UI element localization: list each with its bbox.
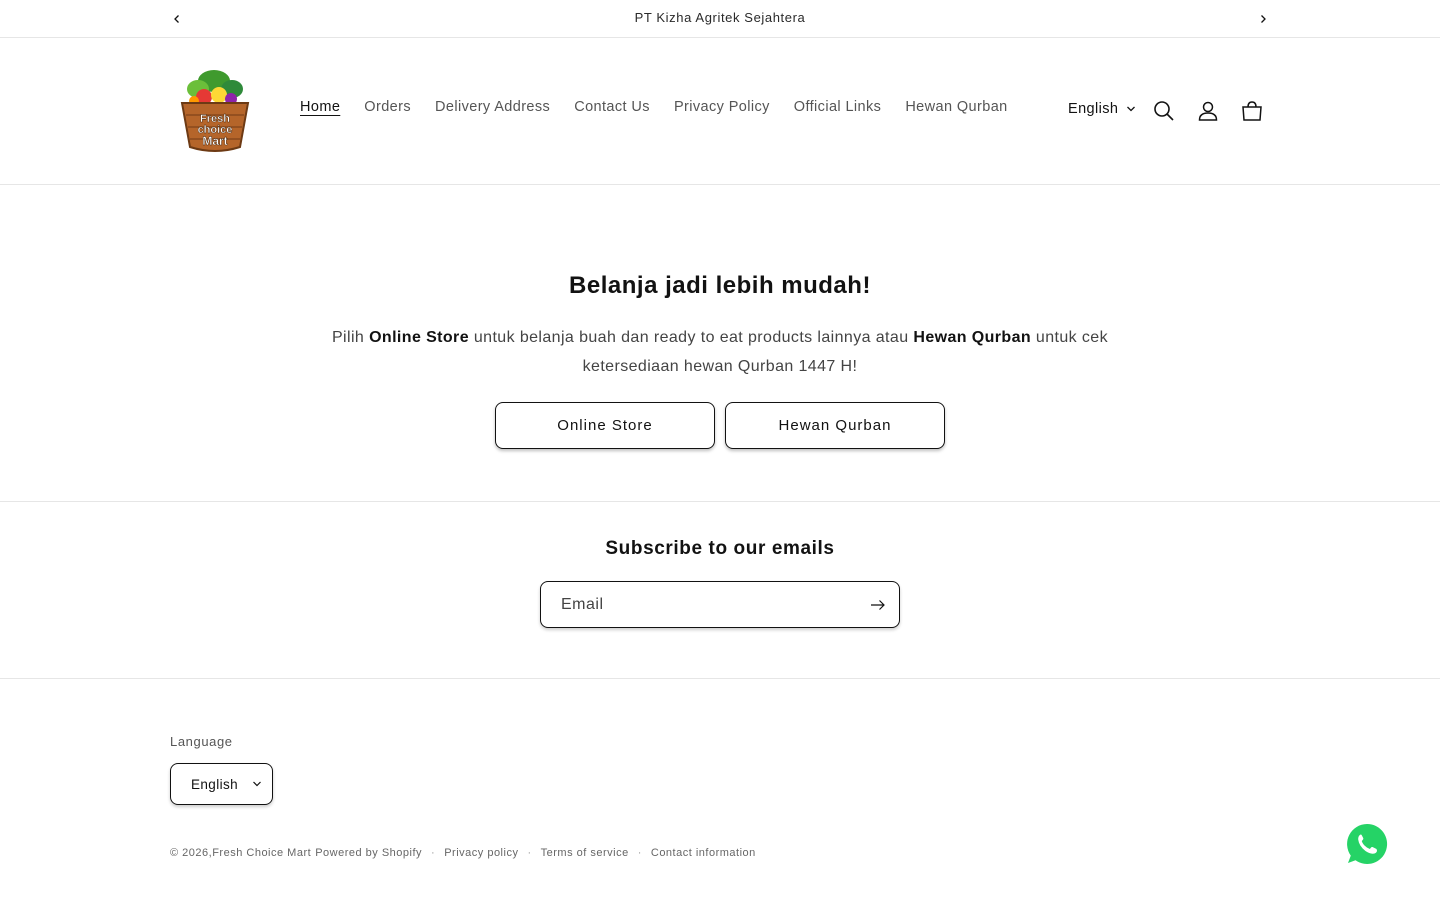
chevron-down-icon [1127, 106, 1136, 112]
main-nav: Home Orders Delivery Address Contact Us … [288, 99, 1020, 115]
nav-item-delivery-address[interactable]: Delivery Address [423, 99, 562, 115]
nav-item-hewan-qurban[interactable]: Hewan Qurban [893, 99, 1019, 115]
hero-text-part-2: untuk belanja buah dan ready to eat prod… [469, 329, 914, 346]
chevron-right-icon[interactable] [1253, 9, 1273, 29]
online-store-button[interactable]: Online Store [495, 402, 715, 449]
separator: · [527, 847, 532, 859]
footer-language-select[interactable]: English [170, 763, 273, 805]
announcement-bar: PT Kizha Agritek Sejahtera [0, 0, 1440, 38]
contact-information-link[interactable]: Contact information [651, 847, 756, 859]
copyright-prefix: © 2026, [170, 847, 213, 859]
terms-of-service-link[interactable]: Terms of service [541, 847, 629, 859]
section-divider [0, 501, 1440, 502]
chevron-down-icon [253, 781, 262, 787]
site-header: Fresh choice Mart Home Orders Delivery A… [0, 39, 1440, 185]
hero-text-part-1: Pilih [331, 329, 370, 346]
language-selector-header[interactable]: English [1068, 101, 1136, 117]
footer-copyright: © 2026, Fresh Choice Mart Powered by Sho… [170, 847, 756, 859]
nav-item-official-links[interactable]: Official Links [782, 99, 894, 115]
cart-icon[interactable] [1240, 99, 1264, 123]
hewan-qurban-button[interactable]: Hewan Qurban [725, 402, 945, 449]
hero-description: Pilih Online Store untuk belanja buah da… [330, 323, 1110, 381]
footer-language-value: English [191, 776, 239, 792]
footer-divider [0, 678, 1440, 679]
nav-item-home[interactable]: Home [288, 99, 352, 115]
footer-language-label: Language [170, 734, 233, 749]
hero-text-hewan-qurban: Hewan Qurban [913, 329, 1032, 346]
separator: · [637, 847, 642, 859]
privacy-policy-link[interactable]: Privacy policy [444, 847, 518, 859]
nav-item-contact-us[interactable]: Contact Us [562, 99, 662, 115]
account-icon[interactable] [1196, 99, 1220, 123]
arrow-right-icon[interactable] [867, 594, 889, 616]
store-name-link[interactable]: Fresh Choice Mart [212, 847, 311, 859]
hero-title: Belanja jadi lebih mudah! [569, 272, 871, 299]
announcement-text: PT Kizha Agritek Sejahtera [634, 10, 806, 25]
store-logo[interactable]: Fresh choice Mart [174, 67, 256, 157]
nav-item-orders[interactable]: Orders [352, 99, 423, 115]
whatsapp-icon[interactable] [1345, 822, 1389, 866]
newsletter-form [540, 581, 900, 628]
language-selector-label: English [1068, 101, 1119, 117]
search-icon[interactable] [1152, 99, 1176, 123]
powered-by-link[interactable]: Powered by Shopify [315, 847, 422, 859]
email-input[interactable] [561, 592, 861, 618]
newsletter-title: Subscribe to our emails [605, 538, 835, 559]
separator: · [431, 847, 436, 859]
nav-item-privacy-policy[interactable]: Privacy Policy [662, 99, 782, 115]
hero-text-online-store: Online Store [369, 329, 469, 346]
logo-text-line-3: Mart [202, 134, 227, 148]
